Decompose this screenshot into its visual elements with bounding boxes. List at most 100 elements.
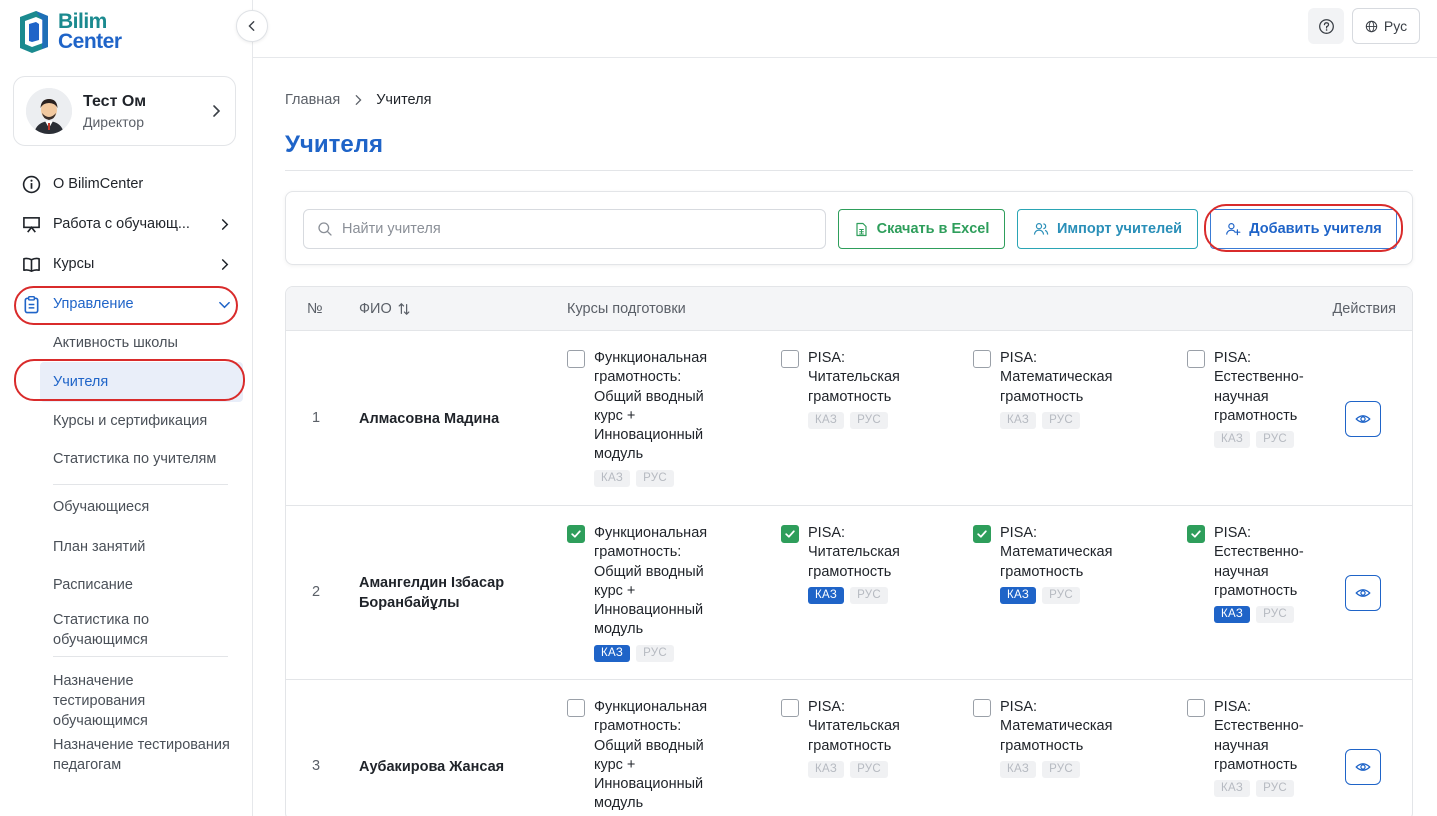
download-excel-button[interactable]: Скачать в Excel	[838, 209, 1005, 249]
nav-item-courses[interactable]: Курсы	[0, 244, 253, 284]
course-checkbox[interactable]	[973, 350, 991, 368]
header-fio-label: ФИО	[359, 300, 392, 317]
teacher-name: Алмасовна Мадина	[359, 411, 500, 427]
course-title-line: грамотность	[1000, 563, 1084, 580]
course-checkbox[interactable]	[1187, 525, 1205, 543]
language-label: Рус	[1383, 18, 1408, 34]
course-title-line: научная	[1214, 388, 1269, 405]
view-teacher-button[interactable]	[1345, 575, 1381, 611]
row-number: 1	[312, 410, 321, 426]
course-title-line: грамотность	[808, 737, 892, 754]
eye-icon	[1355, 589, 1371, 597]
help-button[interactable]	[1308, 8, 1344, 44]
course-title-line: грамотность:	[594, 369, 682, 386]
course-title-line: PISA:	[808, 350, 846, 366]
checkmark-icon	[571, 530, 581, 538]
course-title-line: Функциональная	[594, 525, 708, 541]
course-title-line: PISA:	[1214, 699, 1252, 715]
nav-sub-teachers[interactable]: Учителя	[40, 362, 243, 402]
course-title-line: Функциональная	[594, 699, 708, 715]
import-teachers-button[interactable]: Импорт учителей	[1017, 209, 1198, 249]
course-checkbox[interactable]	[781, 525, 799, 543]
table-row: 2 Амангелдин Ізбасар Боранбайұлы Функциона…	[286, 506, 1412, 680]
course-cell: Функциональная грамотность: Общий вводный к…	[567, 524, 707, 662]
course-title-line: Инновационный	[594, 776, 704, 793]
course-title-line: грамотность	[808, 563, 892, 580]
course-checkbox[interactable]	[1187, 699, 1205, 717]
nav-item-management[interactable]: Управление	[0, 284, 253, 324]
sidebar: Bilim Center Тест Ом Директор О BilimCen…	[0, 0, 253, 816]
bilimcenter-logo-icon	[20, 11, 48, 53]
course-cell: PISA: Математическая грамотность КАЗ РУС	[973, 698, 1112, 778]
course-cell: PISA: Естественно-научная грамотность КАЗ РУ…	[1187, 698, 1304, 798]
course-title-line: грамотность	[1214, 756, 1298, 773]
course-checkbox[interactable]	[567, 699, 585, 717]
course-checkbox[interactable]	[567, 525, 585, 543]
breadcrumb-home[interactable]: Главная	[285, 92, 340, 108]
course-checkbox[interactable]	[1187, 350, 1205, 368]
nav-sub-assign-students[interactable]: Назначение тестирования обучающимся	[0, 657, 253, 735]
course-cell: PISA: Естественно-научная грамотность КАЗ РУ…	[1187, 349, 1304, 449]
course-title-line: модуль	[594, 621, 644, 638]
page-title: Учителя	[285, 131, 383, 158]
lang-tag-rus: РУС	[1256, 780, 1295, 798]
teacher-name: Аубакирова Жансая	[359, 759, 505, 775]
course-title-line: Читательская	[808, 718, 900, 735]
course-title-line: грамотность	[1000, 388, 1084, 405]
nav-sub-teacher-stats[interactable]: Статистика по учителям	[0, 440, 253, 478]
course-title-line: PISA:	[1214, 350, 1252, 366]
course-checkbox[interactable]	[781, 699, 799, 717]
info-icon	[20, 173, 42, 195]
breadcrumb: Главная Учителя	[285, 92, 431, 108]
nav-label-students-work: Работа с обучающ...	[53, 216, 190, 232]
add-teacher-button[interactable]: Добавить учителя	[1210, 209, 1397, 249]
toolbar: Скачать в Excel Импорт учителей Добавить…	[285, 191, 1413, 265]
course-title-line: Общий вводный	[594, 737, 704, 754]
course-checkbox[interactable]	[781, 350, 799, 368]
view-teacher-button[interactable]	[1345, 401, 1381, 437]
profile-card[interactable]: Тест Ом Директор	[13, 76, 236, 146]
nav-sub-student-stats[interactable]: Статистика по обучающимся	[0, 604, 253, 656]
nav-item-students-work[interactable]: Работа с обучающ...	[0, 204, 253, 244]
lang-tag-kaz: КАЗ	[1000, 411, 1037, 429]
lang-tag-kaz: КАЗ	[594, 644, 631, 662]
logo-line1: Bilim	[58, 10, 107, 33]
nav-sub-school-activity[interactable]: Активность школы	[0, 324, 253, 362]
lang-tag-rus: РУС	[850, 586, 889, 604]
sort-icon	[398, 302, 410, 315]
main-nav: О BilimCenter Работа с обучающ... Курсы …	[0, 164, 253, 779]
course-checkbox[interactable]	[973, 699, 991, 717]
title-divider	[285, 170, 1413, 171]
nav-sub-lesson-plan[interactable]: План занятий	[0, 528, 253, 566]
course-title-line: Инновационный	[594, 427, 704, 444]
profile-name: Тест Ом	[83, 92, 147, 110]
course-title-line: PISA:	[1000, 525, 1038, 541]
download-excel-label: Скачать в Excel	[876, 221, 990, 237]
sidebar-collapse-button[interactable]	[236, 10, 268, 42]
chevron-right-icon	[352, 94, 364, 106]
course-cell: PISA: Читательская грамотность КАЗ РУС	[781, 524, 900, 604]
search-input[interactable]	[342, 221, 802, 237]
eye-icon	[1355, 415, 1371, 423]
nav-sub-students[interactable]: Обучающиеся	[0, 485, 253, 528]
course-title-line: грамотность:	[594, 544, 682, 561]
course-title-line: Общий вводный	[594, 563, 704, 580]
header-fio[interactable]: ФИО	[359, 301, 411, 317]
nav-sub-courses-cert[interactable]: Курсы и сертификация	[0, 402, 253, 440]
course-checkbox[interactable]	[567, 350, 585, 368]
logo[interactable]: Bilim Center	[16, 9, 122, 55]
lang-tag-rus: РУС	[1256, 606, 1295, 624]
nav-sub-assign-teachers[interactable]: Назначение тестирования педагогам	[0, 735, 253, 779]
course-title-line: Естественно-	[1214, 544, 1304, 561]
course-checkbox[interactable]	[973, 525, 991, 543]
lang-tag-kaz: КАЗ	[1000, 760, 1037, 778]
course-title-line: модуль	[594, 446, 644, 463]
book-open-icon	[20, 253, 42, 275]
language-switcher[interactable]: Рус	[1352, 8, 1420, 44]
lang-tag-rus: РУС	[850, 411, 889, 429]
presentation-icon	[20, 213, 42, 235]
view-teacher-button[interactable]	[1345, 749, 1381, 785]
nav-item-about[interactable]: О BilimCenter	[0, 164, 253, 204]
lang-tag-kaz: КАЗ	[1000, 586, 1037, 604]
nav-sub-schedule[interactable]: Расписание	[0, 566, 253, 604]
